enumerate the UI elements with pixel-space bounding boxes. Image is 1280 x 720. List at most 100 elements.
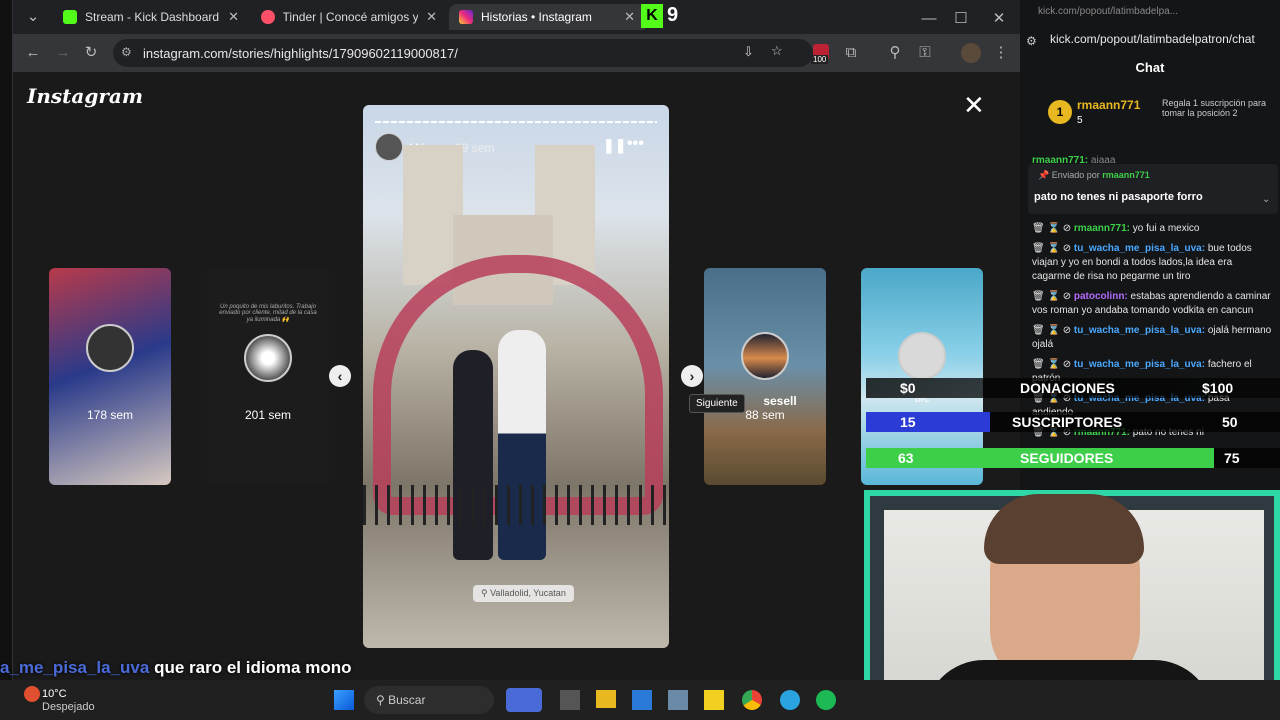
person-man bbox=[498, 330, 546, 560]
tab-search-icon[interactable]: ⌄ bbox=[23, 7, 43, 27]
pause-icon[interactable]: ❚❚ bbox=[603, 137, 626, 154]
tab-tinder[interactable]: Tinder | Conocé amigos y gente ✕ bbox=[251, 4, 447, 30]
thumb-time: 178 sem bbox=[86, 408, 134, 422]
chat-url: kick.com/popout/latimbadelpatron/chat bbox=[1050, 32, 1255, 46]
pinned-by: 📌 Enviado por rmaann771 bbox=[1038, 170, 1150, 180]
tab-bar: ⌄ Stream - Kick Dashboard ✕ Tinder | Con… bbox=[13, 0, 1021, 34]
sticky-notes-icon[interactable] bbox=[704, 690, 724, 710]
weather-icon[interactable] bbox=[24, 686, 40, 702]
donations-label: DONACIONES bbox=[1020, 380, 1115, 396]
followers-current: 63 bbox=[898, 450, 914, 466]
stream-subtitle: a_me_pisa_la_uva que raro el idioma mono bbox=[0, 658, 352, 678]
chat-message: 🗑 ⌛ ⊘ patocolinn: estabas aprendiendo a … bbox=[1020, 290, 1280, 318]
subtitle-highlight: a_me_pisa_la_uva bbox=[0, 658, 150, 677]
story-viewer[interactable]: Méx мх 29 sem ❚❚ ••• ⚲ Valladolid, Yucat… bbox=[363, 105, 669, 648]
kick-icon bbox=[63, 10, 77, 24]
bookmark-star-icon[interactable]: ☆ bbox=[771, 43, 783, 59]
calculator-icon[interactable] bbox=[668, 690, 688, 710]
widget-icon[interactable] bbox=[506, 688, 542, 712]
mod-tools-icon[interactable]: 🗑 ⌛ ⊘ bbox=[1032, 223, 1074, 234]
tab-kick-dashboard[interactable]: Stream - Kick Dashboard ✕ bbox=[53, 4, 249, 30]
chat-message: 🗑 ⌛ ⊘ rmaann771: yo fui a mexico bbox=[1020, 222, 1280, 236]
store-icon[interactable] bbox=[632, 690, 652, 710]
telegram-icon[interactable] bbox=[780, 690, 800, 710]
menu-kebab-icon[interactable]: ⋮ bbox=[991, 43, 1011, 63]
gift-promo[interactable]: Regala 1 suscripción para tomar la posic… bbox=[1162, 98, 1274, 118]
top-gifter-rank: 1 bbox=[1048, 100, 1072, 124]
subs-goal: 50 bbox=[1222, 414, 1238, 430]
search-placeholder: Buscar bbox=[388, 693, 426, 707]
extensions-puzzle-icon[interactable]: ⧉ bbox=[841, 43, 861, 63]
passwords-icon[interactable]: ⚿ bbox=[915, 43, 935, 63]
mod-tools-icon[interactable]: 🗑 ⌛ ⊘ bbox=[1032, 243, 1074, 254]
profile-avatar[interactable] bbox=[961, 43, 981, 63]
close-tab-icon[interactable]: ✕ bbox=[624, 9, 635, 25]
avatar bbox=[86, 324, 134, 372]
next-story-arrow-icon[interactable]: › bbox=[681, 365, 703, 387]
expand-pinned-icon[interactable]: ⌄ bbox=[1262, 194, 1270, 205]
windows-taskbar: 10°C Despejado ⚲ Buscar bbox=[0, 680, 1280, 720]
iron-fence bbox=[363, 485, 669, 525]
maximize-icon[interactable]: ☐ bbox=[951, 9, 971, 29]
weather-temp[interactable]: 10°C bbox=[42, 688, 67, 700]
close-tab-icon[interactable]: ✕ bbox=[228, 9, 239, 25]
close-tab-icon[interactable]: ✕ bbox=[426, 9, 437, 25]
tab-label: Tinder | Conocé amigos y gente bbox=[282, 10, 419, 24]
followers-goal-bar: 63 SEGUIDORES 75 bbox=[866, 448, 1280, 468]
chat-title: Chat bbox=[1135, 60, 1165, 75]
thumb-caption: Un poquito de mis laburitos. Trabajo env… bbox=[219, 304, 317, 323]
search-icon: ⚲ bbox=[376, 693, 389, 707]
followers-goal: 75 bbox=[1224, 450, 1240, 466]
donations-goal-bar: $0 DONACIONES $100 bbox=[866, 378, 1280, 398]
weather-condition: Despejado bbox=[42, 701, 95, 713]
mod-tools-icon[interactable]: 🗑 ⌛ ⊘ bbox=[1032, 291, 1074, 302]
avatar bbox=[244, 334, 292, 382]
chrome-icon[interactable] bbox=[742, 690, 762, 710]
forward-icon[interactable]: → bbox=[53, 43, 73, 63]
downloads-icon[interactable]: ⚲ bbox=[885, 43, 905, 63]
story-avatar[interactable] bbox=[375, 133, 403, 161]
subs-goal-bar: 15 SUSCRIPTORES 50 bbox=[866, 412, 1280, 432]
top-gifter-name[interactable]: rmaann771 bbox=[1077, 98, 1140, 112]
file-explorer-icon[interactable] bbox=[596, 690, 616, 708]
chat-username[interactable]: tu_wacha_me_pisa_la_uva: bbox=[1074, 325, 1205, 336]
site-info-icon[interactable]: ⚙ bbox=[121, 45, 132, 59]
story-thumb-3[interactable]: sesell 88 sem bbox=[704, 268, 826, 485]
kick-badge: 9 bbox=[667, 4, 679, 26]
pin-icon: 📌 bbox=[1038, 170, 1052, 180]
install-icon[interactable]: ⇩ bbox=[743, 44, 754, 60]
thumb-time: 201 sem bbox=[244, 408, 292, 422]
avatar bbox=[898, 332, 946, 380]
mod-tools-icon[interactable]: 🗑 ⌛ ⊘ bbox=[1032, 359, 1074, 370]
instagram-logo[interactable]: Instagram bbox=[27, 84, 143, 108]
address-text: instagram.com/stories/highlights/1790960… bbox=[143, 45, 458, 61]
chat-username[interactable]: tu_wacha_me_pisa_la_uva: bbox=[1074, 243, 1205, 254]
story-thumb-2[interactable]: Un poquito de mis laburitos. Trabajo env… bbox=[207, 268, 329, 485]
windows-start-icon[interactable] bbox=[334, 690, 354, 710]
location-sticker[interactable]: ⚲ Valladolid, Yucatan bbox=[473, 585, 574, 602]
close-stories-icon[interactable]: ✕ bbox=[963, 90, 985, 121]
spotify-icon[interactable] bbox=[816, 690, 836, 710]
pinned-message: 📌 Enviado por rmaann771 pato no tenes ni… bbox=[1028, 164, 1278, 214]
story-thumb-1[interactable]: 178 sem bbox=[49, 268, 171, 485]
chat-username[interactable]: patocolinn: bbox=[1074, 291, 1128, 302]
task-view-icon[interactable] bbox=[560, 690, 580, 710]
tab-instagram[interactable]: Historias • Instagram ✕ bbox=[449, 4, 645, 30]
subs-current: 15 bbox=[900, 414, 916, 430]
previous-story-arrow-icon[interactable]: ‹ bbox=[329, 365, 351, 387]
reload-icon[interactable]: ↻ bbox=[81, 43, 101, 63]
minimize-icon[interactable]: — bbox=[919, 9, 939, 29]
person-woman bbox=[453, 350, 493, 560]
close-window-icon[interactable]: ✕ bbox=[989, 9, 1009, 29]
address-input[interactable]: ⚙ instagram.com/stories/highlights/17909… bbox=[113, 39, 813, 67]
more-options-icon[interactable]: ••• bbox=[627, 135, 644, 153]
address-bar-row: ← → ↻ ⚙ instagram.com/stories/highlights… bbox=[13, 34, 1021, 72]
chat-username[interactable]: tu_wacha_me_pisa_la_uva: bbox=[1074, 359, 1205, 370]
chat-username[interactable]: rmaann771: bbox=[1074, 223, 1130, 234]
taskbar-search[interactable]: ⚲ Buscar bbox=[364, 686, 494, 714]
instagram-icon bbox=[459, 10, 473, 24]
back-icon[interactable]: ← bbox=[23, 43, 43, 63]
chat-message: 🗑 ⌛ ⊘ tu_wacha_me_pisa_la_uva: ojalá her… bbox=[1020, 324, 1280, 352]
mod-tools-icon[interactable]: 🗑 ⌛ ⊘ bbox=[1032, 325, 1074, 336]
story-progress-bar bbox=[375, 121, 657, 123]
